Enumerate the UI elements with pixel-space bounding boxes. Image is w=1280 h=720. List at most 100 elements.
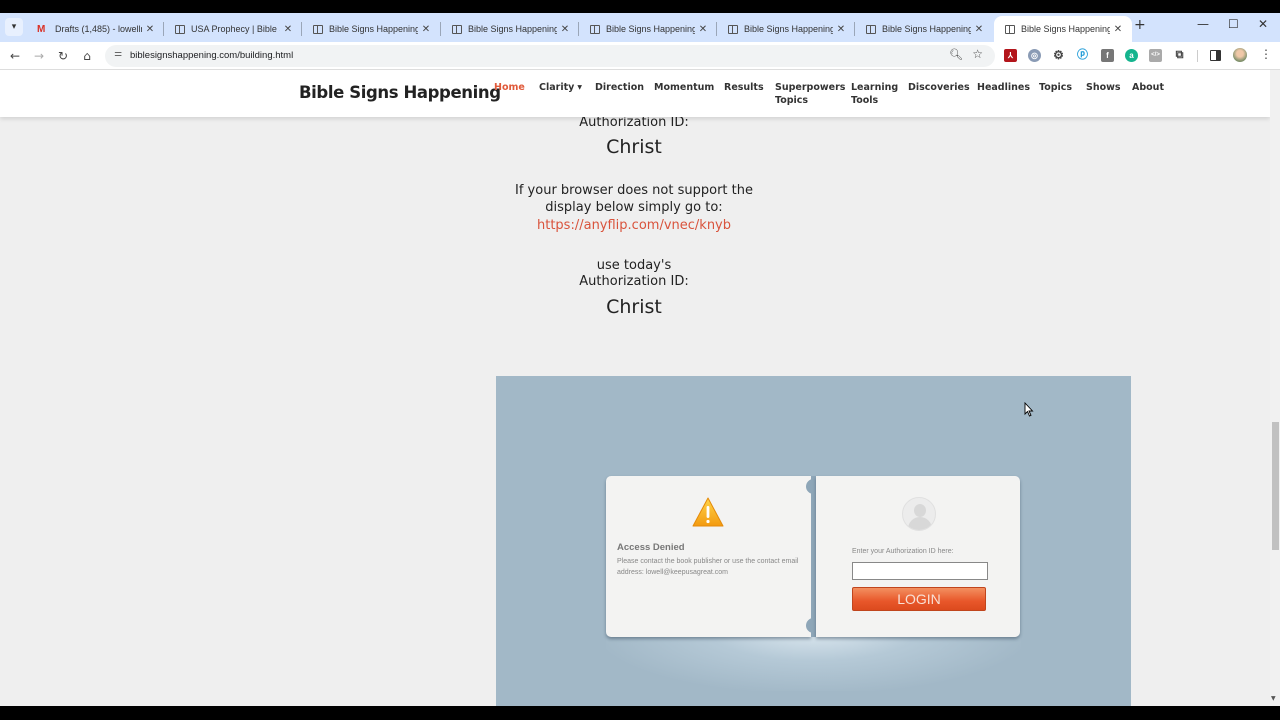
- book-icon: [313, 24, 323, 34]
- tab-bible-signs-5[interactable]: Bible Signs Happening ✕: [855, 16, 993, 42]
- authorization-id-input[interactable]: [852, 562, 988, 580]
- browser-note-line1: If your browser does not support the: [515, 183, 753, 198]
- home-button[interactable]: ⌂: [78, 47, 96, 65]
- tab-title: Bible Signs Happening: [1021, 24, 1110, 34]
- tab-usa-prophecy[interactable]: USA Prophecy | Bible Signs ✕: [164, 16, 302, 42]
- menu-discoveries[interactable]: Discoveries: [908, 81, 970, 94]
- gmail-icon: M: [37, 23, 46, 35]
- login-panel: Enter your Authorization ID here: LOGIN: [816, 476, 1020, 637]
- tab-title: Bible Signs Happening: [468, 24, 557, 34]
- menu-about[interactable]: About: [1132, 81, 1164, 94]
- back-button[interactable]: ←: [6, 47, 24, 65]
- auth-id-value-top: Christ: [606, 136, 662, 158]
- tab-search-button[interactable]: ▾: [5, 18, 23, 36]
- tab-close-icon[interactable]: ✕: [142, 24, 158, 35]
- tab-bar: ▾ M Drafts (1,485) - lowellrt@ ✕ USA Pro…: [0, 13, 1280, 42]
- menu-clarity[interactable]: Clarity ▼: [539, 81, 582, 94]
- url-text[interactable]: biblesignshappening.com/building.html: [130, 50, 293, 61]
- address-bar[interactable]: ⚌ biblesignshappening.com/building.html …: [105, 45, 995, 67]
- site-title[interactable]: Bible Signs Happening: [299, 83, 501, 102]
- menu-momentum[interactable]: Momentum: [654, 81, 714, 94]
- menu-headlines[interactable]: Headlines: [977, 81, 1030, 94]
- scroll-down-arrow-icon[interactable]: ▼: [1271, 695, 1276, 702]
- tab-title: USA Prophecy | Bible Signs: [191, 24, 280, 34]
- bottom-strip: [0, 706, 1280, 720]
- site-info-icon[interactable]: ⚌: [114, 49, 122, 59]
- grammarly-extension-icon[interactable]: a: [1125, 49, 1138, 62]
- maximize-button[interactable]: ☐: [1228, 17, 1239, 31]
- forward-button[interactable]: →: [30, 47, 48, 65]
- menu-learning-tools[interactable]: Learning Tools: [851, 81, 899, 107]
- scrollbar-thumb[interactable]: [1272, 422, 1279, 550]
- tab-bible-signs-3[interactable]: Bible Signs Happening ✕: [579, 16, 717, 42]
- close-window-button[interactable]: ✕: [1258, 17, 1268, 31]
- access-denied-title: Access Denied: [617, 542, 685, 553]
- menu-superpowers-topics[interactable]: Superpowers Topics: [775, 81, 845, 107]
- book-icon: [866, 24, 876, 34]
- top-strip: [0, 0, 1280, 13]
- site-header: Bible Signs Happening Home Clarity ▼ Dire…: [0, 70, 1270, 117]
- chevron-down-icon: ▼: [577, 84, 582, 91]
- menu-topics[interactable]: Topics: [1039, 81, 1072, 94]
- zoom-icon[interactable]: 🔍︎: [949, 48, 963, 61]
- menu-results[interactable]: Results: [724, 81, 764, 94]
- tab-close-icon[interactable]: ✕: [280, 24, 296, 35]
- screen: ▾ M Drafts (1,485) - lowellrt@ ✕ USA Pro…: [0, 0, 1280, 720]
- login-button[interactable]: LOGIN: [852, 587, 986, 611]
- book-icon: [590, 24, 600, 34]
- side-panel-icon[interactable]: [1210, 50, 1221, 61]
- warning-icon: [692, 497, 724, 527]
- puzzle-extensions-icon[interactable]: ⧉: [1173, 49, 1186, 62]
- auth-id-label: Authorization ID:: [579, 274, 689, 289]
- toolbar-divider: [1197, 50, 1198, 62]
- tab-gmail[interactable]: M Drafts (1,485) - lowellrt@ ✕: [26, 16, 164, 42]
- profile-avatar[interactable]: [1233, 48, 1247, 62]
- tab-close-icon[interactable]: ✕: [557, 24, 573, 35]
- auth-prompt-label: Enter your Authorization ID here:: [852, 548, 954, 555]
- tab-bible-signs-1[interactable]: Bible Signs Happening ✕: [302, 16, 440, 42]
- facebook-extension-icon[interactable]: f: [1101, 49, 1114, 62]
- book-icon: [452, 24, 462, 34]
- card-reflection: [606, 631, 1021, 691]
- user-avatar-icon: [902, 497, 936, 531]
- avatar-head: [914, 504, 926, 517]
- tab-title: Bible Signs Happening: [606, 24, 695, 34]
- tab-title: Bible Signs Happening: [329, 24, 418, 34]
- audio-extension-icon[interactable]: ⓟ: [1076, 49, 1089, 62]
- flipbook-embed: Access Denied Please contact the book pu…: [496, 376, 1131, 706]
- tab-title: Drafts (1,485) - lowellrt@: [55, 24, 142, 34]
- book-icon: [728, 24, 738, 34]
- menu-shows[interactable]: Shows: [1086, 81, 1121, 94]
- tab-close-icon[interactable]: ✕: [971, 24, 987, 35]
- avatar-body: [908, 517, 932, 530]
- pdf-extension-icon[interactable]: ⅄: [1004, 49, 1017, 62]
- mouse-cursor-icon: [1024, 402, 1034, 417]
- book-icon: [1005, 24, 1015, 34]
- menu-direction[interactable]: Direction: [595, 81, 644, 94]
- reload-button[interactable]: ↻: [54, 47, 72, 65]
- minimize-button[interactable]: —: [1197, 17, 1209, 31]
- book-icon: [175, 24, 185, 34]
- browser-menu-icon[interactable]: ⋮: [1260, 47, 1272, 61]
- browser-note-line2: display below simply go to:: [545, 200, 723, 215]
- anyflip-link[interactable]: https://anyflip.com/vnec/knyb: [434, 217, 834, 234]
- tab-close-icon[interactable]: ✕: [833, 24, 849, 35]
- auth-id-value: Christ: [606, 296, 662, 318]
- tab-bible-signs-active[interactable]: Bible Signs Happening ✕: [994, 16, 1132, 42]
- menu-home[interactable]: Home: [494, 81, 525, 94]
- tab-close-icon[interactable]: ✕: [1110, 24, 1126, 35]
- camera-extension-icon[interactable]: ◎: [1028, 49, 1041, 62]
- tab-close-icon[interactable]: ✕: [695, 24, 711, 35]
- tab-title: Bible Signs Happening: [882, 24, 971, 34]
- bookmark-star-icon[interactable]: ☆: [972, 47, 983, 61]
- access-denied-message: Please contact the book publisher or use…: [617, 558, 799, 576]
- tab-bible-signs-4[interactable]: Bible Signs Happening ✕: [717, 16, 855, 42]
- web-page: Bible Signs Happening Home Clarity ▼ Dire…: [0, 70, 1270, 706]
- gear-extension-icon[interactable]: ⚙: [1052, 49, 1065, 62]
- new-tab-button[interactable]: +: [1134, 17, 1146, 33]
- page-scrollbar[interactable]: ▼: [1270, 70, 1280, 706]
- code-extension-icon[interactable]: </>: [1149, 49, 1162, 62]
- tab-close-icon[interactable]: ✕: [418, 24, 434, 35]
- tab-bible-signs-2[interactable]: Bible Signs Happening ✕: [441, 16, 579, 42]
- access-denied-panel: Access Denied Please contact the book pu…: [606, 476, 811, 637]
